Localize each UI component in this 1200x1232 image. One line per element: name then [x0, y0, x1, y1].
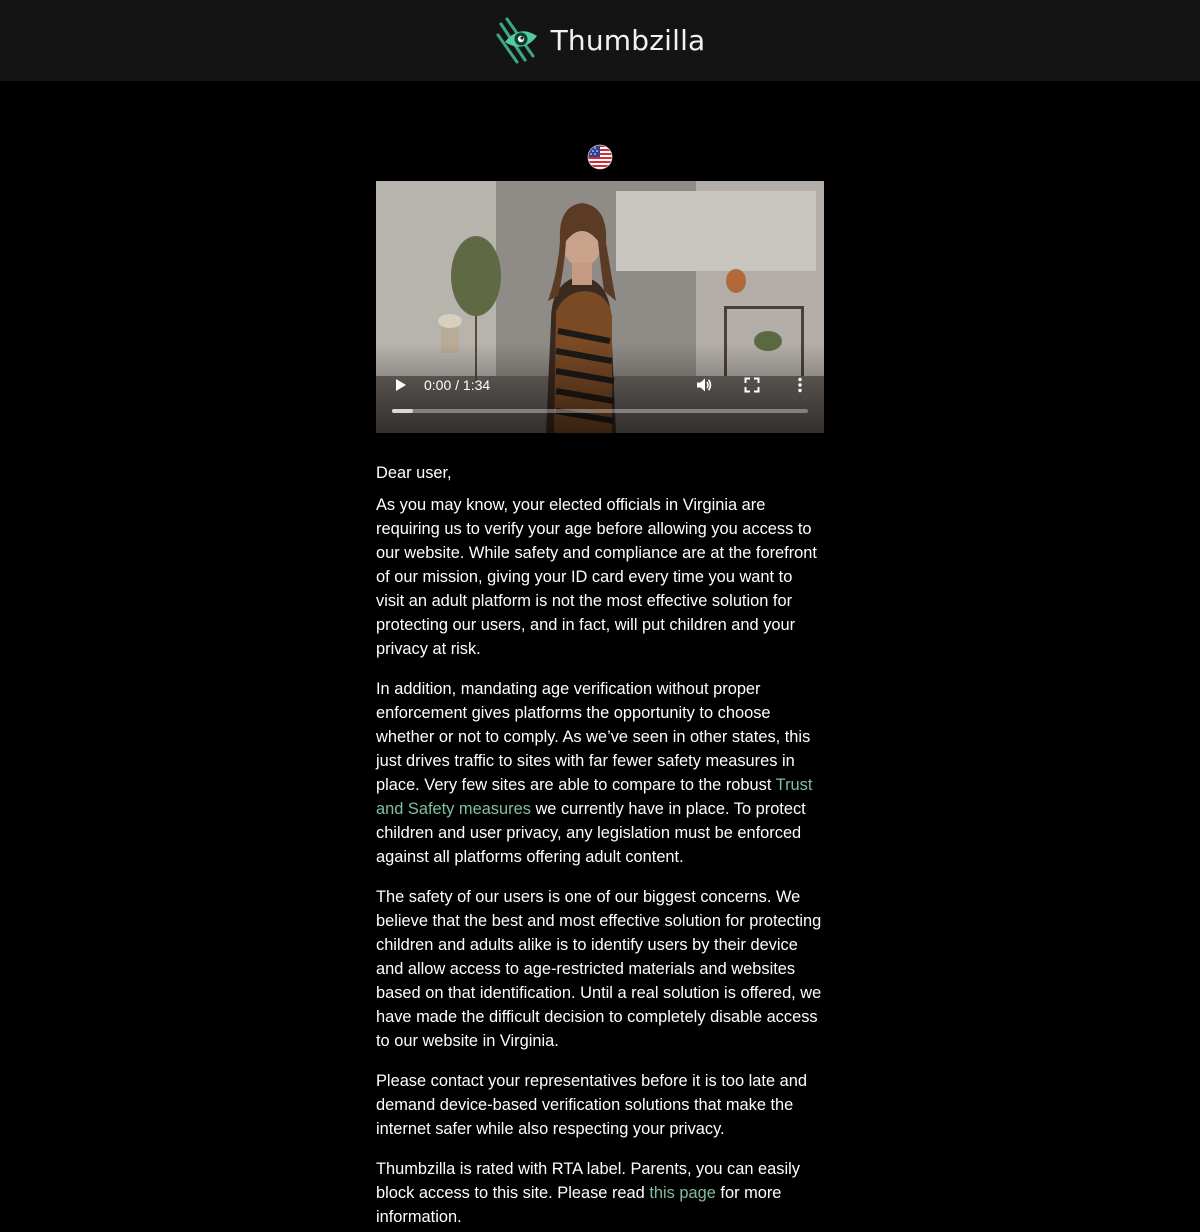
play-icon: [396, 379, 406, 391]
more-options-button[interactable]: [788, 373, 812, 397]
letter-paragraph-3: The safety of our users is one of our bi…: [376, 888, 822, 1050]
site-header: Thumbzilla: [0, 0, 1200, 81]
brand-logo-link[interactable]: Thumbzilla: [495, 16, 706, 66]
letter-paragraph-2: In addition, mandating age verification …: [376, 677, 824, 869]
video-controls: 0:00 / 1:34: [376, 369, 824, 401]
video-progress-fill: [392, 409, 413, 413]
thumbzilla-eye-claw-icon: [496, 17, 537, 63]
video-player[interactable]: 0:00 / 1:34: [376, 181, 824, 433]
paragraph-2-text-before: In addition, mandating age verification …: [376, 680, 811, 794]
volume-button[interactable]: [692, 373, 716, 397]
play-button[interactable]: [388, 373, 412, 397]
video-progress-bar[interactable]: [392, 409, 808, 413]
locale-selector[interactable]: [376, 81, 824, 170]
brand-name: Thumbzilla: [550, 24, 706, 57]
video-time: 0:00 / 1:34: [424, 377, 491, 393]
volume-icon: [697, 378, 712, 392]
letter-greeting: Dear user,: [376, 464, 452, 482]
letter-paragraph-5: Thumbzilla is rated with RTA label. Pare…: [376, 1157, 824, 1229]
rta-info-link[interactable]: this page: [649, 1184, 716, 1202]
us-flag-icon: [587, 144, 613, 170]
main-content: 0:00 / 1:34 Dear user, As you may know, …: [376, 81, 824, 1229]
fullscreen-button[interactable]: [740, 373, 764, 397]
letter-paragraph-4: Please contact your representatives befo…: [376, 1072, 807, 1138]
more-vert-icon: [798, 377, 802, 393]
notice-letter: Dear user, As you may know, your elected…: [376, 433, 824, 1229]
fullscreen-icon: [744, 377, 760, 393]
letter-paragraph-1: As you may know, your elected officials …: [376, 496, 817, 658]
